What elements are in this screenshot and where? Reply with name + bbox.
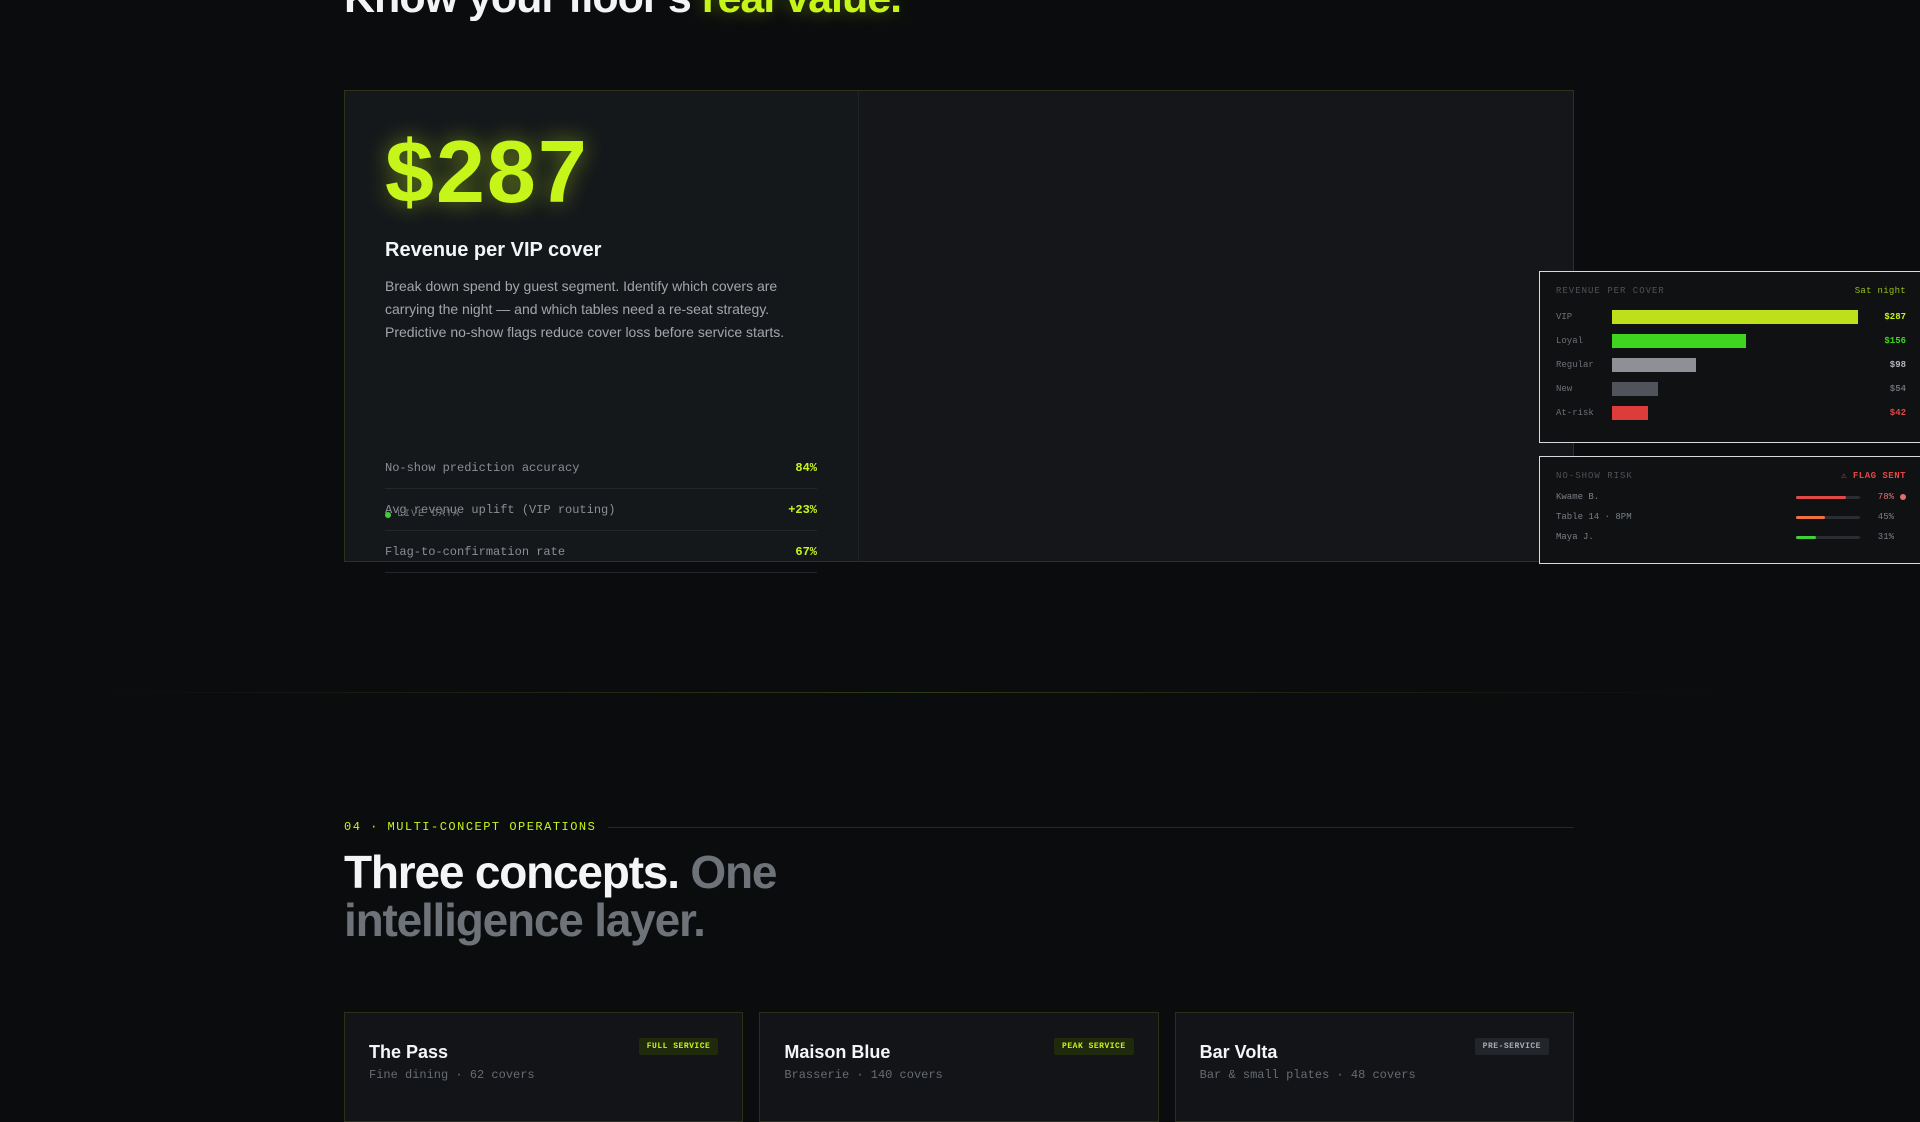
revenue-bar-track	[1612, 358, 1858, 372]
section-title: Three concepts. One intelligence layer.	[344, 848, 864, 944]
risk-bar-track	[1796, 515, 1860, 519]
warning-icon: ⚠	[1841, 471, 1847, 481]
flag-sent-label: FLAG SENT	[1852, 471, 1906, 481]
revenue-bar-row: New $54	[1556, 377, 1906, 401]
revenue-bar-track	[1612, 382, 1858, 396]
flag-dot-icon	[1900, 494, 1906, 500]
service-status-badge: PEAK SERVICE	[1054, 1038, 1134, 1055]
segment-value: $98	[1889, 360, 1906, 370]
no-show-risk-widget: NO-SHOW RISK ⚠ FLAG SENT Kwame B. 78% Tabl…	[1539, 456, 1920, 564]
concept-card[interactable]: The Pass Fine dining · 62 covers FULL SE…	[344, 1012, 744, 1122]
risk-guest-label: Kwame B.	[1556, 492, 1600, 502]
risk-row: Table 14 · 8PM 45%	[1556, 507, 1906, 527]
revenue-widget-tag: Sat night	[1854, 286, 1906, 296]
revenue-widget-label: REVENUE PER COVER	[1556, 286, 1665, 296]
revenue-widget-header: REVENUE PER COVER Sat night	[1556, 286, 1906, 296]
flag-sent-status: ⚠ FLAG SENT	[1841, 471, 1906, 481]
noshow-widget-header: NO-SHOW RISK ⚠ FLAG SENT	[1556, 471, 1906, 481]
service-status-badge: FULL SERVICE	[638, 1038, 719, 1055]
section-eyebrow-label: 04 · MULTI-CONCEPT OPERATIONS	[344, 820, 597, 834]
revenue-bar	[1612, 406, 1648, 420]
live-dot-icon	[385, 511, 391, 518]
risk-bar	[1796, 515, 1825, 519]
segment-label: At-risk	[1556, 408, 1594, 418]
stat-row: No-show prediction accuracy 84%	[385, 447, 817, 489]
revenue-bar-row: Regular $98	[1556, 353, 1906, 377]
hero-title-main: Know your floor's	[344, 0, 702, 22]
eyebrow-rule	[608, 826, 1574, 828]
metric-description: Break down spend by guest segment. Ident…	[385, 278, 785, 340]
section-title-main: Three concepts.	[344, 846, 691, 898]
risk-rows: Kwame B. 78% Table 14 · 8PM 45% Maya J. 31%	[1556, 487, 1906, 547]
revenue-bar-row: At-risk $42	[1556, 401, 1906, 425]
metric-big-value: $287	[385, 122, 589, 221]
revenue-bar-row: Loyal $156	[1556, 329, 1906, 353]
revenue-bar	[1612, 334, 1746, 348]
segment-value: $156	[1884, 336, 1906, 346]
revenue-bar-row: VIP $287	[1556, 305, 1906, 329]
risk-bar	[1796, 535, 1816, 539]
concept-card[interactable]: Bar Volta Bar & small plates · 48 covers…	[1174, 1012, 1574, 1122]
risk-row: Maya J. 31%	[1556, 527, 1906, 547]
stat-label: Flag-to-confirmation rate	[385, 544, 566, 559]
segment-label: Regular	[1556, 360, 1594, 370]
revenue-per-cover-widget: REVENUE PER COVER Sat night VIP $287 Loyal…	[1539, 271, 1920, 443]
stat-row: Flag-to-confirmation rate 67%	[385, 531, 817, 573]
hero-title: Know your floor's real value.	[344, 0, 902, 23]
segment-value: $54	[1889, 384, 1906, 394]
segment-label: Loyal	[1556, 336, 1584, 346]
concept-name: Maison Blue	[784, 1042, 891, 1062]
metric-title: Revenue per VIP cover	[385, 239, 602, 261]
concept-name: Bar Volta	[1199, 1042, 1278, 1062]
risk-row: Kwame B. 78%	[1556, 487, 1906, 507]
metric-panel-details: $287 Revenue per VIP cover Break down sp…	[345, 91, 859, 573]
revenue-bar	[1612, 382, 1659, 396]
stat-value: 67%	[795, 544, 817, 559]
section-divider	[100, 692, 1720, 693]
revenue-bar	[1612, 358, 1696, 372]
risk-value: 78%	[1877, 492, 1894, 502]
risk-value: 45%	[1877, 512, 1894, 522]
concept-name: The Pass	[369, 1042, 449, 1062]
segment-label: VIP	[1556, 312, 1573, 322]
revenue-bar-track	[1612, 310, 1858, 324]
concept-cards: The Pass Fine dining · 62 covers FULL SE…	[344, 1012, 1574, 1122]
stat-value: +23%	[788, 502, 817, 517]
risk-bar	[1796, 495, 1846, 499]
risk-value: 31%	[1877, 532, 1894, 542]
metric-panel: $287 Revenue per VIP cover Break down sp…	[344, 90, 1920, 573]
stat-value: 84%	[795, 460, 817, 475]
revenue-bar-track	[1612, 406, 1858, 420]
segment-value: $287	[1884, 312, 1906, 322]
live-data-label: LIVE DATA	[397, 509, 461, 520]
noshow-widget-label: NO-SHOW RISK	[1556, 471, 1633, 481]
revenue-bars: VIP $287 Loyal $156 Regular $98 New $54 At-risk $…	[1556, 305, 1906, 425]
segment-label: New	[1556, 384, 1573, 394]
live-data-indicator: LIVE DATA	[385, 509, 460, 520]
risk-bar-track	[1796, 535, 1860, 539]
section-eyebrow: 04 · MULTI-CONCEPT OPERATIONS	[344, 820, 1574, 834]
stat-label: No-show prediction accuracy	[385, 460, 580, 475]
risk-guest-label: Table 14 · 8PM	[1556, 512, 1632, 522]
risk-bar-track	[1796, 495, 1860, 499]
segment-value: $42	[1889, 408, 1906, 418]
service-status-badge: PRE-SERVICE	[1474, 1038, 1549, 1055]
hero-title-accent: real value.	[702, 0, 902, 22]
risk-guest-label: Maya J.	[1556, 532, 1594, 542]
revenue-bar	[1612, 310, 1858, 324]
revenue-bar-track	[1612, 334, 1858, 348]
metric-panel-visual: REVENUE PER COVER Sat night VIP $287 Loyal…	[859, 91, 1920, 564]
concept-card[interactable]: Maison Blue Brasserie · 140 covers PEAK …	[759, 1012, 1159, 1122]
